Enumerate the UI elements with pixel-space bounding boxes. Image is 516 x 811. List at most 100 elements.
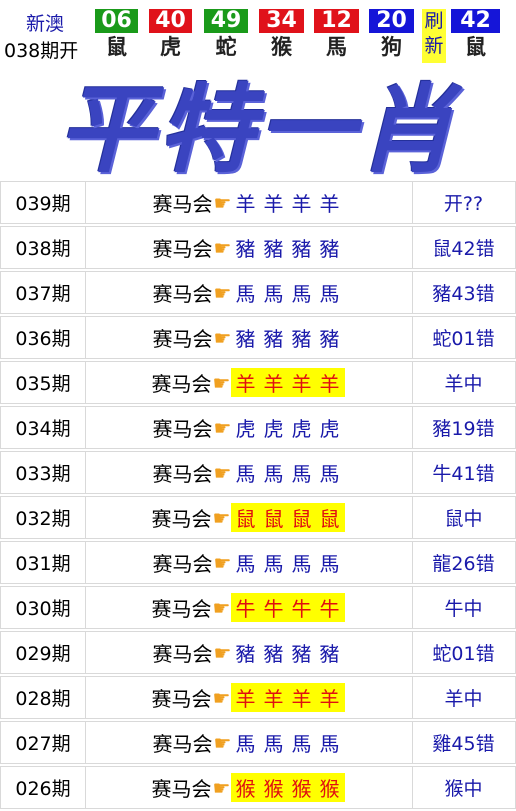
zodiac-pick: 馬 — [319, 552, 342, 576]
ball-5: 12 — [314, 9, 359, 33]
zodiac-pick: 豬 — [263, 642, 286, 666]
zodiac-pick: 牛 — [319, 597, 342, 621]
table-row: 032期 赛马会 ☛ 鼠鼠鼠鼠鼠中 — [0, 496, 516, 539]
zodiac-pick: 豬 — [319, 327, 342, 351]
zodiac-picks: 馬馬馬馬 — [232, 728, 344, 757]
prediction-cell: 赛马会 ☛ 猴猴猴猴 — [85, 767, 413, 808]
prediction-cell: 赛马会 ☛ 羊羊羊羊 — [85, 182, 413, 223]
banner-title-text: 平特一肖 — [58, 72, 458, 186]
period-cell: 038期 — [1, 227, 86, 268]
period-cell: 026期 — [1, 767, 86, 808]
source-label: 赛马会 — [151, 507, 212, 531]
result-cell: 牛中 — [444, 598, 483, 620]
zodiac-pick: 馬 — [291, 552, 314, 576]
zodiac-pick: 豬 — [291, 327, 314, 351]
zodiac-pick: 虎 — [263, 417, 286, 441]
table-row: 028期 赛马会 ☛ 羊羊羊羊羊中 — [0, 676, 516, 719]
zodiac-pick: 鼠 — [235, 507, 258, 531]
zodiac-pick: 馬 — [319, 732, 342, 756]
zodiac-picks: 豬豬豬豬 — [232, 233, 344, 262]
pointing-hand-icon: ☛ — [213, 730, 232, 755]
period-cell: 037期 — [1, 272, 86, 313]
ball-2: 40 — [149, 9, 192, 33]
zodiac-picks: 馬馬馬馬 — [232, 548, 344, 577]
zodiac-pick: 羊 — [319, 192, 342, 216]
zodiac-pick: 羊 — [291, 687, 314, 711]
table-row: 038期 赛马会 ☛ 豬豬豬豬鼠42错 — [0, 226, 516, 269]
table-row: 031期 赛马会 ☛ 馬馬馬馬龍26错 — [0, 541, 516, 584]
zodiac-picks: 鼠鼠鼠鼠 — [231, 503, 346, 532]
pointing-hand-icon: ☛ — [213, 415, 232, 440]
ball-4: 34 — [259, 9, 304, 33]
zodiac-pick: 羊 — [319, 687, 342, 711]
source-label: 赛马会 — [152, 282, 213, 306]
zodiac-pick: 豬 — [263, 327, 286, 351]
zodiac-picks: 豬豬豬豬 — [232, 638, 344, 667]
zodiac-pick: 虎 — [291, 417, 314, 441]
pointing-hand-icon: ☛ — [212, 595, 231, 620]
zodiac-pick: 羊 — [291, 192, 314, 216]
zodiac-picks: 豬豬豬豬 — [232, 323, 344, 352]
zodiac-pick: 虎 — [319, 417, 342, 441]
source-label: 赛马会 — [152, 237, 213, 261]
zodiac-pick: 猴 — [235, 777, 258, 801]
table-row: 035期 赛马会 ☛ 羊羊羊羊羊中 — [0, 361, 516, 404]
table-row: 029期 赛马会 ☛ 豬豬豬豬蛇01错 — [0, 631, 516, 674]
table-row: 039期 赛马会 ☛ 羊羊羊羊 开?? — [0, 181, 516, 224]
zodiac-pick: 豬 — [291, 642, 314, 666]
zodiac-pick: 豬 — [235, 642, 258, 666]
source-label: 赛马会 — [152, 732, 213, 756]
period-cell: 036期 — [1, 317, 86, 358]
prediction-cell: 赛马会 ☛ 豬豬豬豬 — [85, 227, 413, 268]
pointing-hand-icon: ☛ — [213, 280, 232, 305]
source-label: 赛马会 — [152, 552, 213, 576]
period-cell: 031期 — [1, 542, 86, 583]
pointing-hand-icon: ☛ — [212, 370, 231, 395]
prediction-cell: 赛马会 ☛ 馬馬馬馬 — [85, 272, 413, 313]
zodiac-pick: 豬 — [319, 642, 342, 666]
zodiac-pick: 鼠 — [263, 507, 286, 531]
period-cell: 039期 — [1, 182, 86, 223]
result-cell: 龍26错 — [432, 553, 495, 575]
result-cell: 蛇01错 — [432, 643, 495, 665]
period-cell: 029期 — [1, 632, 86, 673]
result-cell: 鼠中 — [444, 508, 483, 530]
result-cell: 豬43错 — [432, 283, 495, 305]
pointing-hand-icon: ☛ — [213, 640, 232, 665]
zodiac-pick: 馬 — [235, 552, 258, 576]
pointing-hand-icon: ☛ — [213, 460, 232, 485]
period-cell: 027期 — [1, 722, 86, 763]
table-row: 037期 赛马会 ☛ 馬馬馬馬豬43错 — [0, 271, 516, 314]
banner-title: 平特一肖 — [0, 64, 516, 186]
zodiac-picks: 猴猴猴猴 — [231, 773, 346, 802]
brand-label: 新澳 — [25, 13, 64, 35]
zodiac-pick: 猴 — [319, 777, 342, 801]
ball-3: 49 — [204, 9, 248, 33]
result-cell: 猴中 — [444, 778, 483, 800]
prediction-table: 039期 赛马会 ☛ 羊羊羊羊开?? 038期 赛马会 ☛ 豬豬豬豬鼠42错 037期 赛马会 ☛ 馬… — [0, 181, 516, 811]
source-label: 赛马会 — [151, 777, 212, 801]
period-cell: 035期 — [1, 362, 86, 403]
pointing-hand-icon: ☛ — [212, 685, 231, 710]
ball-6: 20 — [369, 9, 414, 33]
zodiac-pick: 羊 — [263, 372, 286, 396]
prediction-cell: 赛马会 ☛ 馬馬馬馬 — [85, 722, 413, 763]
zodiac-pick: 鼠 — [291, 507, 314, 531]
zodiac-pick: 豬 — [291, 237, 314, 261]
zodiac-pick: 馬 — [235, 732, 258, 756]
source-label: 赛马会 — [152, 642, 213, 666]
zodiac-picks: 虎虎虎虎 — [232, 413, 344, 442]
zodiac-pick: 豬 — [319, 237, 342, 261]
result-cell: 蛇01错 — [432, 328, 495, 350]
table-row: 026期 赛马会 ☛ 猴猴猴猴猴中 — [0, 766, 516, 809]
table-row: 030期 赛马会 ☛ 牛牛牛牛牛中 — [0, 586, 516, 629]
result-cell: 羊中 — [444, 688, 483, 710]
zodiac-pick: 羊 — [319, 372, 342, 396]
zodiac-pick: 牛 — [263, 597, 286, 621]
zodiac-pick: 豬 — [263, 237, 286, 261]
result-cell: 开?? — [443, 193, 484, 215]
zodiac-pick: 牛 — [235, 597, 258, 621]
pointing-hand-icon: ☛ — [213, 235, 232, 260]
zodiac-pick: 豬 — [235, 237, 258, 261]
table-row: 033期 赛马会 ☛ 馬馬馬馬牛41错 — [0, 451, 516, 494]
